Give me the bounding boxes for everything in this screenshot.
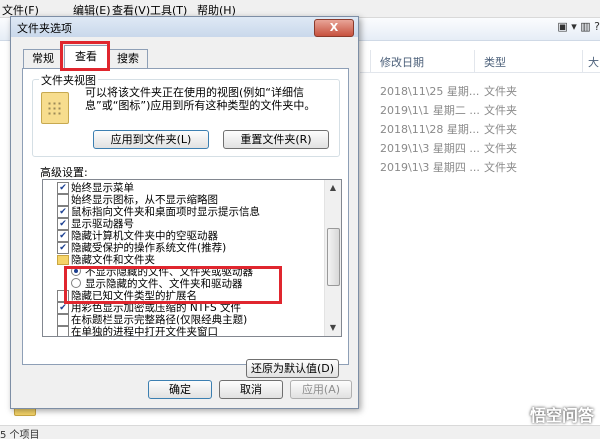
view-options-icon[interactable]: ▣ ▾ ▥ ? — [557, 20, 600, 33]
file-date: 2018\11\25 星期... — [380, 85, 480, 98]
file-row[interactable]: 2018\11\28 星期... 文件夹 — [380, 119, 600, 137]
file-date: 2019\1\3 星期四 ... — [380, 142, 480, 155]
file-date: 2019\1\3 星期四 ... — [380, 161, 480, 174]
file-row[interactable]: 2018\11\25 星期... 文件夹 — [380, 81, 600, 99]
folder-view-icon — [41, 92, 69, 124]
checkbox-checked[interactable]: ✔ — [57, 242, 69, 254]
option-label: 始终显示菜单 — [71, 182, 134, 194]
ok-button[interactable]: 确定 — [148, 380, 212, 399]
checkbox-unchecked[interactable] — [57, 194, 69, 206]
checkbox-option[interactable]: ✔ 显示驱动器号 — [43, 218, 323, 230]
apply-button[interactable]: 应用(A) — [290, 380, 352, 399]
option-label: 始终显示图标，从不显示缩略图 — [71, 194, 218, 206]
option-label: 在标题栏显示完整路径(仅限经典主题) — [71, 314, 248, 326]
tab-search[interactable]: 搜索 — [108, 49, 148, 68]
close-button[interactable]: X — [314, 19, 354, 37]
file-type: 文件夹 — [484, 85, 517, 98]
folder-options-dialog: 文件夹选项 X 常规 查看 搜索 文件夹视图 可以将该文件夹正在使用的视图(例如… — [10, 16, 359, 409]
option-label: 显示驱动器号 — [71, 218, 134, 230]
file-row[interactable]: 2019\1\3 星期四 ... 文件夹 — [380, 138, 600, 156]
cancel-button[interactable]: 取消 — [219, 380, 283, 399]
checkbox-option[interactable]: ✔ 始终显示菜单 — [43, 182, 323, 194]
option-label: 在单独的进程中打开文件夹窗口 — [71, 326, 218, 337]
tab-highlight-annotation — [60, 41, 110, 71]
option-label: 隐藏计算机文件夹中的空驱动器 — [71, 230, 218, 242]
file-row[interactable]: 2019\1\1 星期二 ... 文件夹 — [380, 100, 600, 118]
hidden-files-highlight-annotation — [64, 266, 282, 304]
checkbox-option[interactable]: ✔ 隐藏计算机文件夹中的空驱动器 — [43, 230, 323, 242]
scrollbar[interactable]: ▲ ▼ — [324, 180, 341, 336]
watermark: 悟空问答 — [529, 406, 594, 425]
view-tab-panel: 文件夹视图 可以将该文件夹正在使用的视图(例如“详细信息”或“图标”)应用到所有… — [22, 68, 349, 378]
file-type: 文件夹 — [484, 104, 517, 117]
checkbox-checked[interactable]: ✔ — [57, 206, 69, 218]
file-date: 2019\1\1 星期二 ... — [380, 104, 480, 117]
reset-folders-button[interactable]: 重置文件夹(R) — [223, 130, 329, 149]
file-type: 文件夹 — [484, 161, 517, 174]
column-modified-date[interactable]: 修改日期 — [380, 54, 424, 70]
dialog-titlebar: 文件夹选项 X — [11, 17, 358, 37]
dialog-title: 文件夹选项 — [17, 22, 72, 35]
checkbox-option[interactable]: 在标题栏显示完整路径(仅限经典主题) — [43, 314, 323, 326]
tab-general[interactable]: 常规 — [23, 49, 63, 68]
scroll-down-icon[interactable]: ▼ — [325, 320, 341, 336]
folder-views-group: 文件夹视图 可以将该文件夹正在使用的视图(例如“详细信息”或“图标”)应用到所有… — [32, 72, 340, 157]
folder-icon — [57, 255, 69, 265]
item-count: 5 个项目 — [0, 430, 40, 441]
file-type: 文件夹 — [484, 123, 517, 136]
option-label: 隐藏受保护的操作系统文件(推荐) — [71, 242, 227, 254]
folder-views-description: 可以将该文件夹正在使用的视图(例如“详细信息”或“图标”)应用到所有这种类型的文… — [85, 86, 316, 112]
advanced-settings-list[interactable]: ✔ 始终显示菜单 始终显示图标，从不显示缩略图 ✔ 鼠标指向文件夹和桌面项时显示提示信息… — [42, 179, 342, 337]
settings-group: 隐藏文件和文件夹 — [43, 254, 323, 266]
scroll-up-icon[interactable]: ▲ — [325, 180, 341, 196]
status-bar: 5 个项目 — [0, 425, 600, 441]
column-size[interactable]: 大 — [588, 54, 599, 70]
checkbox-option[interactable]: ✔ 鼠标指向文件夹和桌面项时显示提示信息 — [43, 206, 323, 218]
checkbox-checked[interactable]: ✔ — [57, 182, 69, 194]
option-label: 隐藏文件和文件夹 — [71, 254, 155, 266]
file-row[interactable]: 2019\1\3 星期四 ... 文件夹 — [380, 157, 600, 175]
checkbox-option[interactable]: ✔ 隐藏受保护的操作系统文件(推荐) — [43, 242, 323, 254]
scroll-thumb[interactable] — [327, 228, 340, 286]
checkbox-unchecked[interactable] — [57, 314, 69, 326]
option-label: 鼠标指向文件夹和桌面项时显示提示信息 — [71, 206, 260, 218]
checkbox-unchecked[interactable] — [57, 326, 69, 336]
advanced-settings-label: 高级设置: — [40, 166, 88, 179]
checkbox-checked[interactable]: ✔ — [57, 230, 69, 242]
checkbox-checked[interactable]: ✔ — [57, 218, 69, 230]
file-type: 文件夹 — [484, 142, 517, 155]
column-headers: 修改日期 类型 大 — [360, 50, 600, 73]
restore-defaults-button[interactable]: 还原为默认值(D) — [246, 359, 339, 378]
file-date: 2018\11\28 星期... — [380, 123, 480, 136]
checkbox-option[interactable]: 在单独的进程中打开文件夹窗口 — [43, 326, 323, 337]
checkbox-option[interactable]: 始终显示图标，从不显示缩略图 — [43, 194, 323, 206]
apply-to-folders-button[interactable]: 应用到文件夹(L) — [93, 130, 209, 149]
column-type[interactable]: 类型 — [484, 54, 506, 70]
